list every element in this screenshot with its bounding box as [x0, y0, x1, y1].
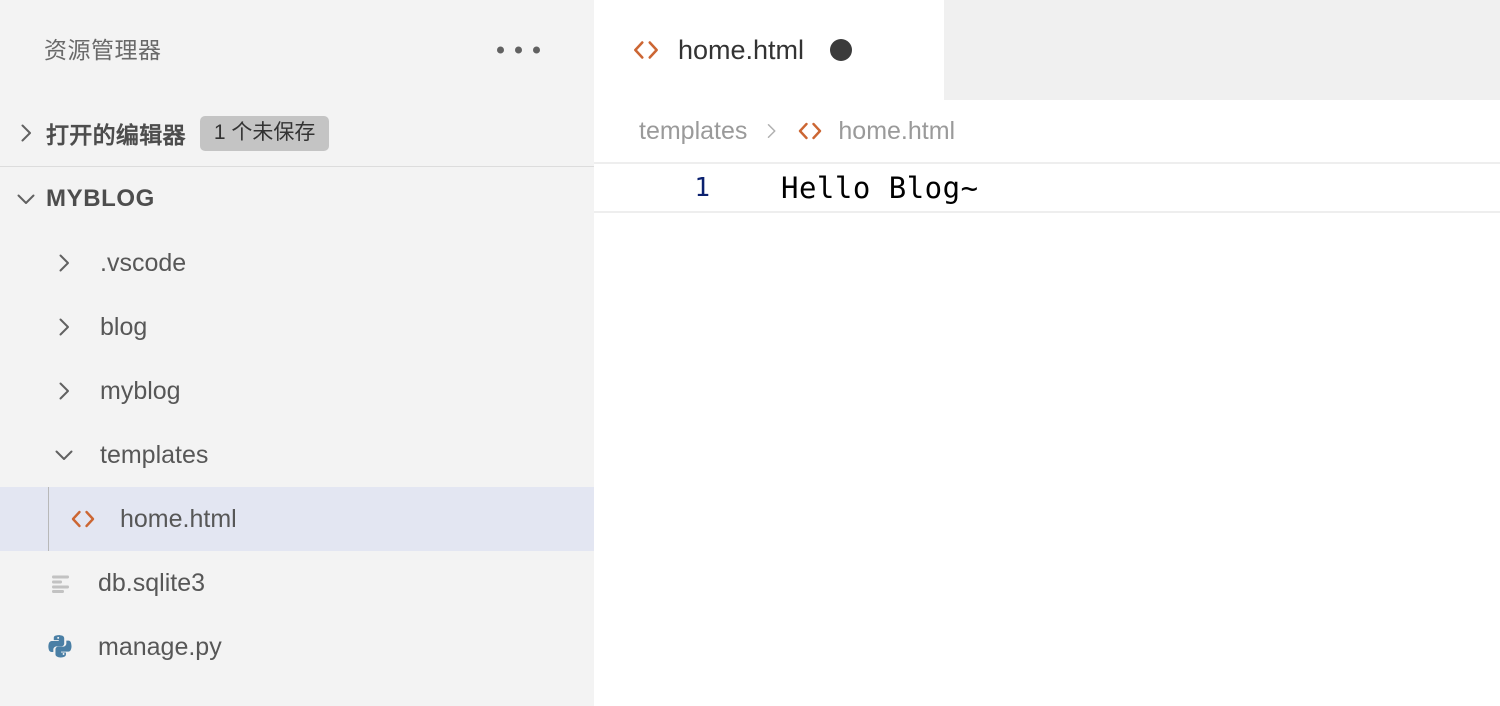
explorer-sidebar: 资源管理器 打开的编辑器 1 个未保存 MYBLOG .vscode blog … — [0, 0, 594, 706]
html-file-icon — [795, 116, 825, 146]
breadcrumb: templates home.html — [594, 100, 1500, 162]
tab-home-html[interactable]: home.html — [594, 0, 944, 100]
explorer-title: 资源管理器 — [44, 36, 162, 63]
explorer-header: 资源管理器 — [0, 0, 594, 100]
open-editors-section-header[interactable]: 打开的编辑器 1 个未保存 — [0, 100, 594, 166]
chevron-right-icon — [44, 307, 84, 347]
tree-row-workspace-root[interactable]: MYBLOG — [0, 167, 594, 231]
chevron-down-icon — [44, 435, 84, 475]
breadcrumb-item-home-html[interactable]: home.html — [838, 118, 955, 144]
tree-item-label: manage.py — [98, 632, 222, 661]
tree-item-label: templates — [100, 440, 209, 469]
vscode-window: 资源管理器 打开的编辑器 1 个未保存 MYBLOG .vscode blog … — [0, 0, 1500, 706]
more-actions-icon[interactable] — [491, 39, 546, 62]
indent-guide — [48, 487, 49, 551]
code-editor[interactable]: 1 Hello Blog~ — [594, 162, 1500, 706]
unsaved-count-badge: 1 个未保存 — [199, 115, 330, 151]
tab-label: home.html — [678, 34, 805, 65]
editor-tab-bar: home.html — [594, 0, 1500, 100]
database-file-icon — [40, 562, 82, 604]
html-file-icon — [630, 34, 662, 66]
tree-item-label: .vscode — [100, 248, 187, 277]
tree-row-file-db-sqlite3[interactable]: db.sqlite3 — [0, 551, 594, 615]
more-dot-1 — [497, 46, 504, 54]
line-number: 1 — [694, 172, 710, 203]
chevron-down-icon — [6, 179, 46, 219]
python-file-icon — [40, 626, 82, 668]
file-tree: MYBLOG .vscode blog myblog templates hom… — [0, 167, 594, 679]
code-line-1: 1 Hello Blog~ — [594, 162, 1500, 213]
workspace-name: MYBLOG — [46, 185, 155, 212]
tree-row-file-home-html[interactable]: home.html — [0, 487, 594, 551]
breadcrumb-item-templates[interactable]: templates — [639, 118, 747, 144]
chevron-right-icon — [44, 371, 84, 411]
editor-area: home.html templates home.html 1 Hello Bl… — [594, 0, 1500, 706]
tree-row-file-manage-py[interactable]: manage.py — [0, 615, 594, 679]
tree-item-label: myblog — [100, 376, 181, 405]
tree-row-folder-templates[interactable]: templates — [0, 423, 594, 487]
tree-row-folder-vscode[interactable]: .vscode — [0, 231, 594, 295]
open-editors-label: 打开的编辑器 — [46, 122, 186, 148]
tree-item-label: home.html — [120, 504, 237, 533]
more-dot-3 — [533, 46, 540, 54]
tree-row-folder-myblog[interactable]: myblog — [0, 359, 594, 423]
more-dot-2 — [515, 46, 522, 54]
tree-item-label: blog — [100, 312, 148, 341]
tree-row-folder-blog[interactable]: blog — [0, 295, 594, 359]
code-line-text[interactable]: Hello Blog~ — [781, 171, 979, 205]
chevron-right-icon — [761, 121, 781, 141]
unsaved-indicator-icon[interactable] — [830, 39, 853, 61]
tree-item-label: db.sqlite3 — [98, 568, 206, 597]
html-file-icon — [62, 498, 104, 540]
chevron-right-icon — [6, 113, 46, 153]
chevron-right-icon — [44, 243, 84, 283]
